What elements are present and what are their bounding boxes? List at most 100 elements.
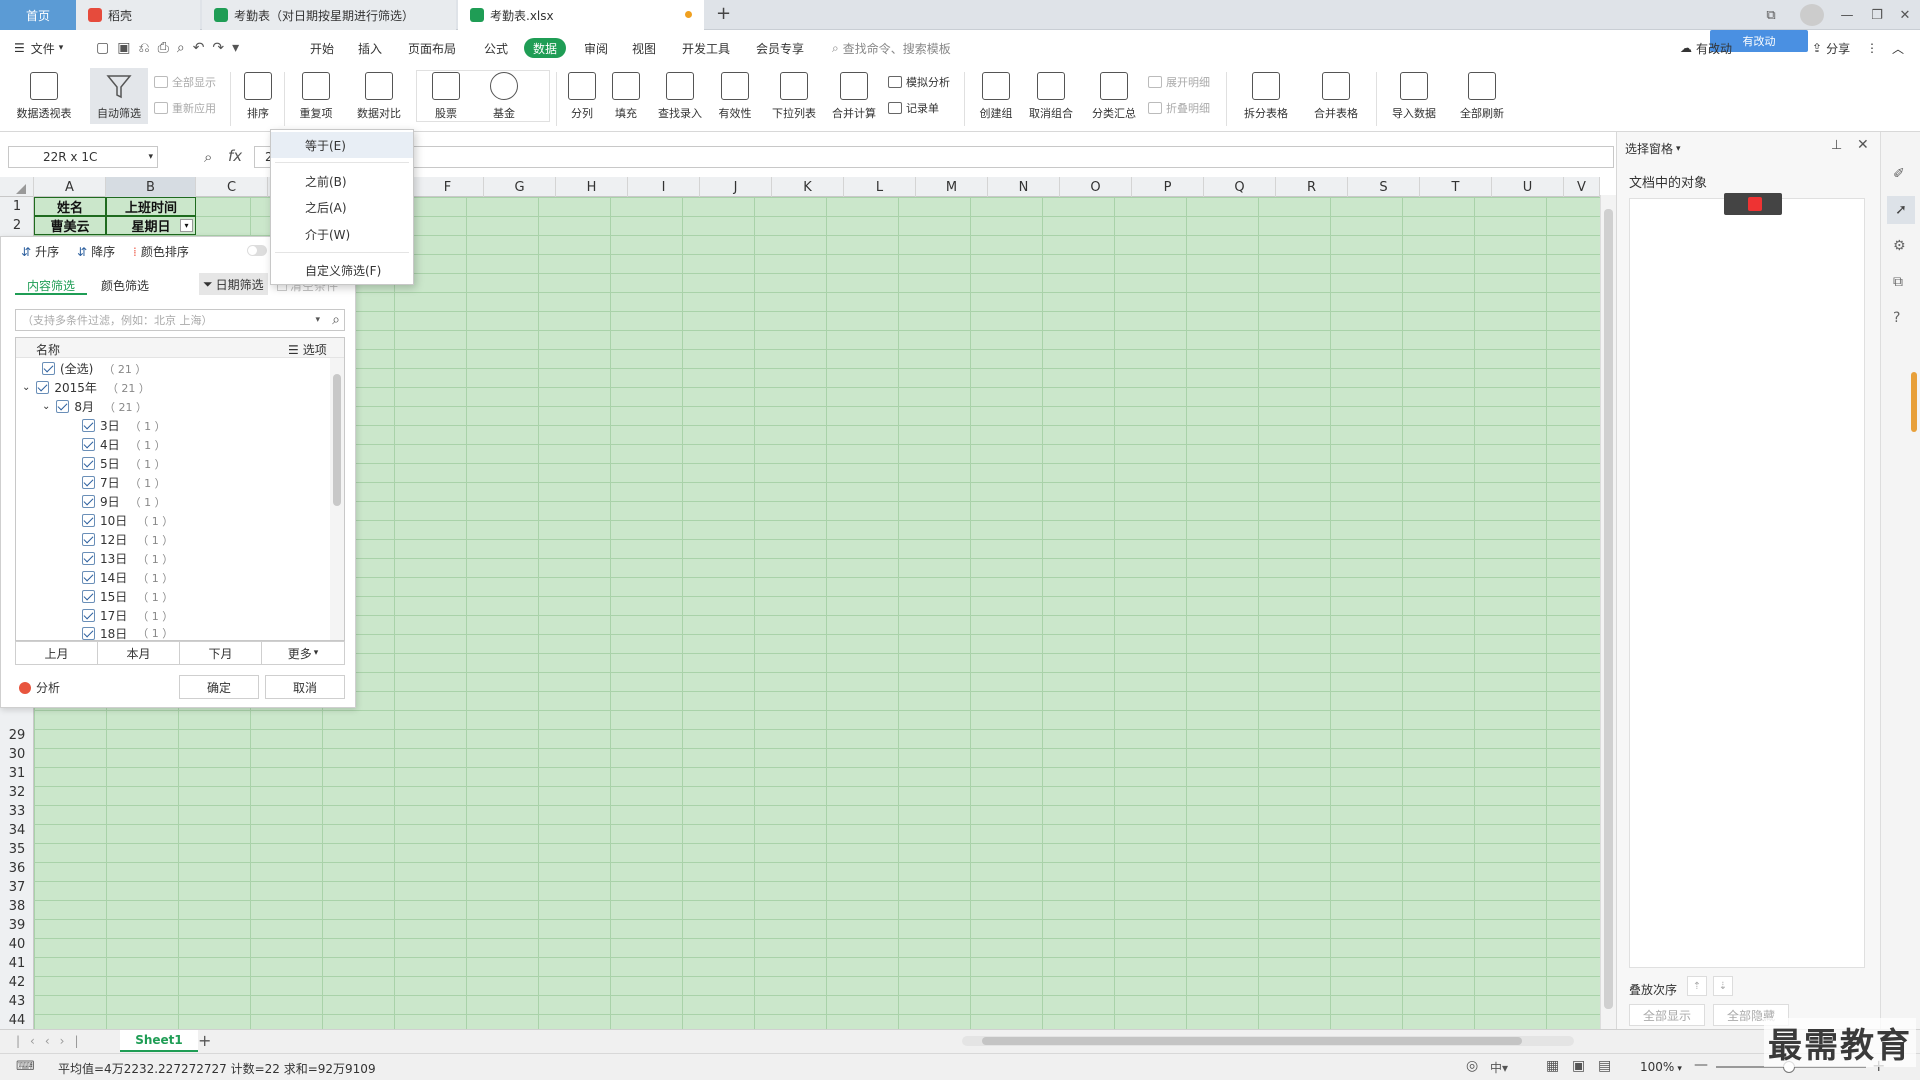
scroll-thumb[interactable] bbox=[1604, 209, 1613, 1009]
duplicates-button[interactable]: 重复项 bbox=[290, 68, 342, 121]
column-header[interactable]: S bbox=[1348, 177, 1420, 197]
column-header[interactable]: C bbox=[196, 177, 268, 197]
chevron-down-icon[interactable]: ⌄ bbox=[42, 401, 50, 412]
zoom-lookup-icon[interactable]: ⌕ bbox=[204, 148, 212, 166]
menu-data[interactable]: 数据 bbox=[524, 38, 567, 58]
checkbox[interactable] bbox=[82, 533, 95, 546]
row-header[interactable]: 2 bbox=[0, 216, 34, 235]
row-header[interactable]: 36 bbox=[0, 859, 34, 878]
merge-table-button[interactable]: 合并表格 bbox=[1306, 68, 1366, 121]
autofilter-button[interactable]: 自动筛选 bbox=[90, 68, 148, 124]
tab-daoke[interactable]: 稻壳 bbox=[76, 0, 200, 30]
list-item[interactable]: 9日 （ 1 ） bbox=[82, 493, 166, 510]
horizontal-scrollbar[interactable] bbox=[962, 1036, 1574, 1046]
filter-dropdown-icon[interactable]: ▾ bbox=[180, 219, 193, 232]
cell-b1[interactable]: 上班时间 bbox=[106, 197, 196, 216]
column-header[interactable]: U bbox=[1492, 177, 1564, 197]
objects-list[interactable] bbox=[1629, 193, 1865, 968]
list-item[interactable]: 10日 （ 1 ） bbox=[82, 512, 173, 529]
validity-button[interactable]: 有效性 bbox=[712, 68, 758, 121]
function-icon[interactable]: fx bbox=[228, 147, 242, 165]
show-all-button[interactable]: 全部显示 bbox=[154, 74, 216, 90]
page-view-icon[interactable]: ▣ bbox=[1572, 1058, 1585, 1074]
split-column-button[interactable]: 分列 bbox=[562, 68, 602, 121]
file-menu[interactable]: ☰ 文件 ▾ bbox=[14, 38, 63, 58]
menu-page-layout[interactable]: 页面布局 bbox=[408, 38, 456, 58]
date-filter-button[interactable]: ⏷ 日期筛选 bbox=[199, 273, 268, 295]
restore-button[interactable]: ❐ bbox=[1866, 4, 1888, 26]
cell-a1[interactable]: 姓名 bbox=[34, 197, 106, 216]
filter-list-scrollbar[interactable] bbox=[330, 358, 344, 640]
list-item[interactable]: (全选) （ 21 ） bbox=[42, 360, 146, 377]
column-header[interactable]: I bbox=[628, 177, 700, 197]
column-header[interactable]: M bbox=[916, 177, 988, 197]
checkbox[interactable] bbox=[42, 362, 55, 375]
style-icon[interactable]: ✐ bbox=[1893, 166, 1905, 182]
menu-review[interactable]: 审阅 bbox=[584, 38, 608, 58]
checkbox[interactable] bbox=[82, 457, 95, 470]
checkbox[interactable] bbox=[82, 571, 95, 584]
column-header[interactable]: B bbox=[106, 177, 196, 197]
tab-home[interactable]: 首页 bbox=[0, 0, 76, 30]
column-header[interactable]: K bbox=[772, 177, 844, 197]
normal-view-icon[interactable]: ▦ bbox=[1546, 1058, 1559, 1074]
properties-icon[interactable]: ⚙ bbox=[1893, 238, 1906, 254]
row-header[interactable]: 42 bbox=[0, 973, 34, 992]
fund-button[interactable]: 基金 bbox=[484, 68, 524, 121]
avatar[interactable] bbox=[1800, 4, 1824, 26]
chevron-down-icon[interactable]: ⌄ bbox=[22, 382, 30, 393]
menu-view[interactable]: 视图 bbox=[632, 38, 656, 58]
scroll-thumb[interactable] bbox=[333, 374, 341, 506]
color-sort-button[interactable]: ⁞ 颜色排序 bbox=[133, 243, 189, 260]
list-item[interactable]: 12日 （ 1 ） bbox=[82, 531, 173, 548]
import-data-button[interactable]: 导入数据 bbox=[1384, 68, 1444, 121]
checkbox[interactable] bbox=[82, 476, 95, 489]
row-header[interactable]: 37 bbox=[0, 878, 34, 897]
close-button[interactable]: ✕ bbox=[1894, 4, 1916, 26]
new-tab-button[interactable]: + bbox=[716, 3, 731, 24]
checkbox[interactable] bbox=[82, 419, 95, 432]
fill-button[interactable]: 填充 bbox=[606, 68, 646, 121]
simulate-analysis-button[interactable]: 模拟分析 bbox=[888, 74, 950, 90]
checkbox[interactable] bbox=[82, 495, 95, 508]
row-header[interactable]: 34 bbox=[0, 821, 34, 840]
quick-access-toolbar[interactable]: ▢▣⎌⎙⌕↶↷▾ bbox=[96, 38, 247, 58]
tab-color-filter[interactable]: 颜色筛选 bbox=[101, 277, 149, 294]
toggle-switch[interactable] bbox=[247, 245, 267, 256]
menu-item-custom[interactable]: 自定义筛选(F) bbox=[271, 257, 413, 283]
more-icon[interactable]: ⋮ bbox=[1866, 38, 1878, 58]
sort-ascending-button[interactable]: ⇵ 升序 bbox=[21, 243, 59, 260]
tab-document-1[interactable]: 考勤表（对日期按星期进行筛选） bbox=[202, 0, 456, 30]
column-header[interactable]: H bbox=[556, 177, 628, 197]
list-item[interactable]: 5日 （ 1 ） bbox=[82, 455, 166, 472]
input-method-icon[interactable]: 中▾ bbox=[1490, 1059, 1508, 1076]
list-item[interactable]: 15日 （ 1 ） bbox=[82, 588, 173, 605]
formula-input[interactable]: 2 bbox=[254, 146, 1614, 168]
name-box[interactable]: 22R x 1C ▾ bbox=[8, 146, 158, 168]
row-header[interactable]: 29 bbox=[0, 726, 34, 745]
macro-icon[interactable]: ⌨ bbox=[16, 1059, 35, 1074]
row-header[interactable]: 41 bbox=[0, 954, 34, 973]
this-month-button[interactable]: 本月 bbox=[97, 641, 180, 665]
page-break-view-icon[interactable]: ▤ bbox=[1598, 1058, 1611, 1074]
prev-month-button[interactable]: 上月 bbox=[15, 641, 98, 665]
list-item[interactable]: 3日 （ 1 ） bbox=[82, 417, 166, 434]
row-header[interactable]: 43 bbox=[0, 992, 34, 1011]
more-button[interactable]: 更多 ▾ bbox=[261, 641, 345, 665]
row-header[interactable]: 32 bbox=[0, 783, 34, 802]
cell-a2[interactable]: 曹美云 bbox=[34, 216, 106, 235]
tab-content-filter[interactable]: 内容筛选 bbox=[27, 277, 75, 294]
menu-item-between[interactable]: 介于(W) bbox=[271, 221, 413, 247]
zoom-out-button[interactable]: — bbox=[1694, 1057, 1708, 1073]
column-header[interactable]: F bbox=[412, 177, 484, 197]
analysis-button[interactable]: 分析 bbox=[19, 679, 60, 696]
menu-insert[interactable]: 插入 bbox=[358, 38, 382, 58]
sidebar-scroll-handle[interactable] bbox=[1911, 372, 1917, 432]
list-item[interactable]: 13日 （ 1 ） bbox=[82, 550, 173, 567]
column-header[interactable]: V bbox=[1564, 177, 1600, 197]
checkbox[interactable] bbox=[82, 438, 95, 451]
row-header[interactable]: 30 bbox=[0, 745, 34, 764]
expand-detail-button[interactable]: 展开明细 bbox=[1148, 74, 1210, 90]
move-down-button[interactable]: ⇣ bbox=[1713, 976, 1733, 996]
selection-pane-title[interactable]: 选择窗格 ▾ bbox=[1625, 140, 1681, 157]
